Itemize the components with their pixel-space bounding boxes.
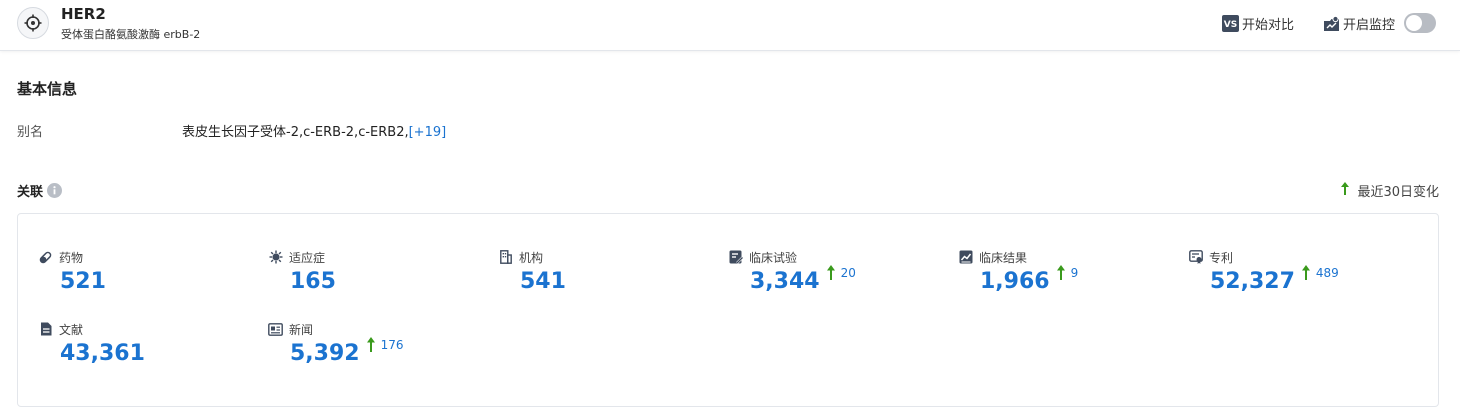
stat-clinical-results[interactable]: 临床结果 1,966 9	[958, 249, 1078, 294]
stat-delta: 20	[826, 265, 856, 280]
stat-value[interactable]: 43,361	[60, 341, 145, 367]
stat-drugs[interactable]: 药物 521	[38, 249, 106, 294]
stat-label-row: 临床结果	[958, 249, 1027, 265]
document-icon	[38, 322, 53, 336]
stat-label-row: 临床试验	[728, 249, 797, 265]
building-icon	[498, 250, 513, 264]
basic-info-title: 基本信息	[17, 80, 78, 98]
recent-change-label: 最近30日变化	[1357, 185, 1439, 200]
stat-organizations[interactable]: 机构 541	[498, 249, 566, 294]
stat-value[interactable]: 521	[60, 269, 106, 295]
stat-label: 适应症	[289, 250, 326, 265]
monitor-toggle[interactable]	[1404, 13, 1436, 33]
stat-label: 文献	[59, 322, 84, 337]
stat-value[interactable]: 1,966	[980, 269, 1050, 295]
info-icon[interactable]	[47, 183, 63, 198]
target-icon	[17, 7, 49, 39]
up-arrow-icon	[1301, 265, 1310, 280]
stat-label: 临床试验	[749, 250, 798, 265]
patent-icon	[1188, 250, 1203, 264]
clinical-trial-icon	[728, 250, 743, 264]
stat-delta: 489	[1301, 265, 1339, 280]
clinical-result-icon	[958, 250, 973, 264]
stat-label-row: 专利	[1188, 249, 1233, 265]
alias-label: 别名	[17, 125, 44, 140]
stat-label: 临床结果	[979, 250, 1028, 265]
stat-delta-value[interactable]: 489	[1316, 266, 1339, 280]
stat-news[interactable]: 新闻 5,392 176	[268, 321, 404, 366]
svg-text:VS: VS	[1224, 20, 1237, 30]
stat-label-row: 药物	[38, 249, 83, 265]
stat-value-row: 541	[520, 269, 566, 295]
stat-label: 专利	[1209, 250, 1234, 265]
stat-value-row: 5,392 176	[290, 337, 404, 367]
stat-delta-value[interactable]: 20	[841, 266, 856, 280]
relations-title: 关联	[17, 181, 63, 200]
stat-delta: 176	[366, 337, 404, 352]
stat-indications[interactable]: 适应症 165	[268, 249, 336, 294]
monitor-label: 开启监控	[1343, 18, 1396, 33]
stat-label: 机构	[519, 250, 544, 265]
virus-icon	[268, 250, 283, 264]
page-subtitle: 受体蛋白酪氨酸激酶 erbB-2	[61, 28, 201, 41]
stat-clinical-trials[interactable]: 临床试验 3,344 20	[728, 249, 856, 294]
stat-delta: 9	[1056, 265, 1079, 280]
stat-label: 药物	[59, 250, 84, 265]
up-arrow-icon	[826, 265, 835, 280]
stat-delta-value[interactable]: 176	[381, 338, 404, 352]
stat-value-row: 52,327 489	[1210, 265, 1339, 295]
recent-change-legend: 最近30日变化	[1341, 181, 1439, 200]
stat-value[interactable]: 3,344	[750, 269, 820, 295]
monitor-button[interactable]: 开启监控	[1323, 14, 1395, 33]
stat-value-row: 521	[60, 269, 106, 295]
toggle-knob	[1406, 15, 1422, 31]
stat-value-row: 3,344 20	[750, 265, 856, 295]
alias-more-link[interactable]: [+19]	[409, 125, 447, 140]
stat-value[interactable]: 165	[290, 269, 336, 295]
relations-card: 药物 521 适应症 165 机构 541 临床试验 3,344 20 临床结果…	[17, 213, 1439, 407]
pill-icon	[38, 251, 53, 264]
compare-icon: VS	[1222, 15, 1239, 32]
stat-label-row: 新闻	[268, 321, 313, 337]
top-header: HER2 受体蛋白酪氨酸激酶 erbB-2 VS 开始对比 开启监控	[0, 0, 1460, 51]
monitor-icon	[1323, 15, 1340, 32]
stat-value[interactable]: 5,392	[290, 341, 360, 367]
stat-literature[interactable]: 文献 43,361	[38, 321, 145, 366]
stat-label-row: 机构	[498, 249, 543, 265]
news-icon	[268, 322, 283, 336]
stat-value-row: 1,966 9	[980, 265, 1078, 295]
relations-title-text: 关联	[17, 185, 44, 200]
stat-label-row: 适应症	[268, 249, 325, 265]
stat-value-row: 165	[290, 269, 336, 295]
compare-button[interactable]: VS 开始对比	[1222, 14, 1294, 33]
stat-patents[interactable]: 专利 52,327 489	[1188, 249, 1339, 294]
up-arrow-icon	[1341, 182, 1350, 199]
alias-value: 表皮生长因子受体-2,c-ERB-2,c-ERB2,[+19]	[182, 121, 446, 140]
up-arrow-icon	[366, 337, 375, 352]
alias-text: 表皮生长因子受体-2,c-ERB-2,c-ERB2,	[182, 125, 409, 140]
page-title: HER2	[61, 5, 106, 23]
up-arrow-icon	[1056, 265, 1065, 280]
stat-delta-value[interactable]: 9	[1071, 266, 1079, 280]
stat-label-row: 文献	[38, 321, 83, 337]
stat-value[interactable]: 52,327	[1210, 269, 1295, 295]
stat-value-row: 43,361	[60, 341, 145, 367]
stat-value[interactable]: 541	[520, 269, 566, 295]
stat-label: 新闻	[289, 322, 314, 337]
compare-label: 开始对比	[1242, 18, 1295, 33]
